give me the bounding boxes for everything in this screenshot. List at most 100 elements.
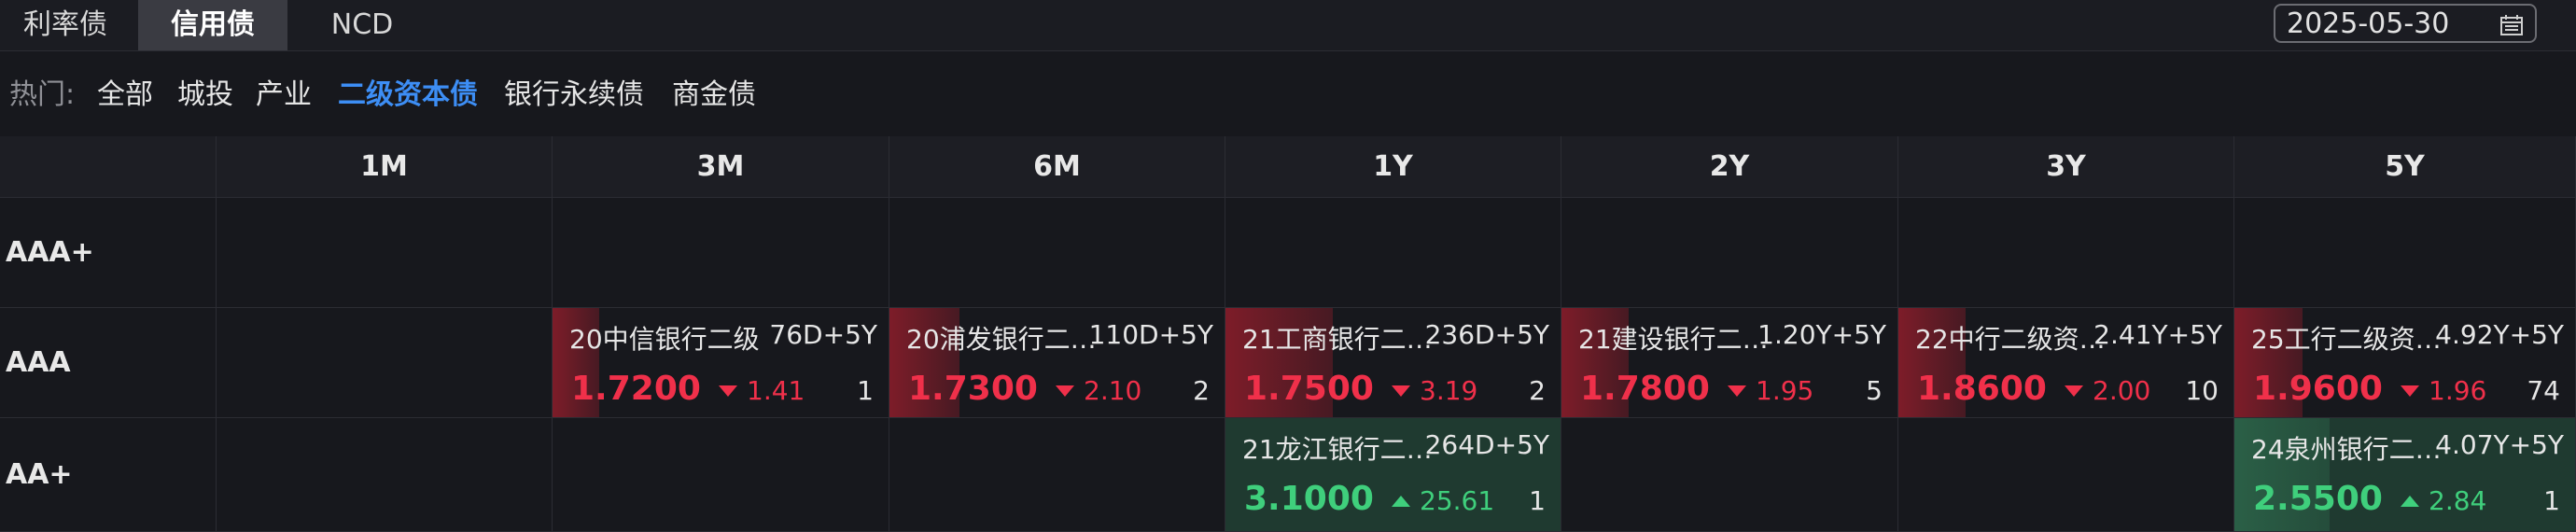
yield-change: 1.41 bbox=[719, 375, 805, 406]
column-header-5y[interactable]: 5Y bbox=[2234, 136, 2576, 198]
bond-yield: 1.7200 bbox=[571, 370, 701, 408]
column-header-3y[interactable]: 3Y bbox=[1898, 136, 2234, 198]
column-header-1y[interactable]: 1Y bbox=[1225, 136, 1561, 198]
triangle-down-icon bbox=[719, 385, 737, 397]
triangle-down-icon bbox=[1728, 385, 1746, 397]
bond-term: 4.07Y+5Y bbox=[2435, 429, 2564, 460]
bond-yield: 1.7300 bbox=[908, 370, 1038, 408]
bond-cell[interactable]: 21龙江银行二… 264D+5Y 3.1000 25.61 1 bbox=[1225, 418, 1561, 532]
bond-count: 1 bbox=[2543, 485, 2560, 516]
empty-cell bbox=[1561, 198, 1898, 308]
date-picker[interactable]: 2025-05-30 bbox=[2274, 4, 2537, 43]
tab-ncd[interactable]: NCD bbox=[297, 0, 427, 50]
calendar-icon[interactable] bbox=[2499, 14, 2524, 40]
yield-change-value: 2.10 bbox=[1084, 375, 1142, 406]
bond-yield: 1.7800 bbox=[1580, 370, 1710, 408]
bond-yield: 1.8600 bbox=[1917, 370, 2047, 408]
bond-cell[interactable]: 25工行二级资… 4.92Y+5Y 1.9600 1.96 74 bbox=[2234, 308, 2576, 418]
empty-cell bbox=[217, 198, 553, 308]
bond-yield: 1.7500 bbox=[1244, 370, 1374, 408]
empty-cell bbox=[1225, 198, 1561, 308]
bond-term: 2.41Y+5Y bbox=[2093, 319, 2222, 350]
bond-name[interactable]: 21龙江银行二… bbox=[1242, 429, 1433, 467]
filter-all[interactable]: 全部 bbox=[97, 73, 153, 118]
bond-cell[interactable]: 20中信银行二级 76D+5Y 1.7200 1.41 1 bbox=[553, 308, 889, 418]
empty-cell bbox=[1561, 418, 1898, 532]
bond-yield: 2.5500 bbox=[2253, 480, 2383, 518]
bond-name[interactable]: 24泉州银行二… bbox=[2251, 429, 2442, 467]
column-header-6m[interactable]: 6M bbox=[889, 136, 1225, 198]
filter-tier2-capital[interactable]: 二级资本债 bbox=[338, 73, 478, 118]
filter-commercial-financial[interactable]: 商金债 bbox=[672, 73, 756, 118]
yield-change-value: 1.41 bbox=[747, 375, 805, 406]
empty-cell bbox=[2234, 198, 2576, 308]
bond-term: 110D+5Y bbox=[1088, 319, 1213, 350]
bond-term: 264D+5Y bbox=[1424, 429, 1549, 460]
filter-industrial[interactable]: 产业 bbox=[256, 73, 312, 118]
date-value: 2025-05-30 bbox=[2287, 7, 2450, 40]
yield-grid: 1M 3M 6M 1Y 2Y 3Y 5Y AAA+ AAA 20中信银行二级 76D+5Y 1.720… bbox=[0, 136, 2576, 532]
empty-cell bbox=[217, 418, 553, 532]
column-header-2y[interactable]: 2Y bbox=[1561, 136, 1898, 198]
bond-cell[interactable]: 24泉州银行二… 4.07Y+5Y 2.5500 2.84 1 bbox=[2234, 418, 2576, 532]
yield-change: 25.61 bbox=[1392, 485, 1494, 516]
bond-name[interactable]: 21工商银行二… bbox=[1242, 319, 1433, 357]
column-header-1m[interactable]: 1M bbox=[217, 136, 553, 198]
triangle-up-icon bbox=[2401, 495, 2419, 507]
empty-cell bbox=[1898, 418, 2234, 532]
hot-label: 热门: bbox=[9, 78, 76, 111]
bond-cell[interactable]: 21工商银行二… 236D+5Y 1.7500 3.19 2 bbox=[1225, 308, 1561, 418]
bond-count: 74 bbox=[2527, 375, 2560, 406]
bond-term: 4.92Y+5Y bbox=[2435, 319, 2564, 350]
bond-name[interactable]: 25工行二级资… bbox=[2251, 319, 2442, 357]
empty-cell bbox=[553, 198, 889, 308]
bond-count: 5 bbox=[1866, 375, 1883, 406]
bond-term: 76D+5Y bbox=[769, 319, 877, 350]
triangle-down-icon bbox=[2065, 385, 2083, 397]
bond-term: 1.20Y+5Y bbox=[1757, 319, 1886, 350]
bond-cell[interactable]: 22中行二级资… 2.41Y+5Y 1.8600 2.00 10 bbox=[1898, 308, 2234, 418]
yield-change: 2.10 bbox=[1056, 375, 1141, 406]
yield-change-value: 25.61 bbox=[1420, 485, 1495, 516]
filter-bank-perpetual[interactable]: 银行永续债 bbox=[504, 73, 644, 118]
bond-cell[interactable]: 21建设银行二… 1.20Y+5Y 1.7800 1.95 5 bbox=[1561, 308, 1898, 418]
filter-urban-investment[interactable]: 城投 bbox=[177, 73, 233, 118]
tab-rate-bonds[interactable]: 利率债 bbox=[0, 0, 131, 50]
column-header-3m[interactable]: 3M bbox=[553, 136, 889, 198]
bond-name[interactable]: 20浦发银行二… bbox=[906, 319, 1097, 357]
yield-change-value: 3.19 bbox=[1420, 375, 1478, 406]
triangle-down-icon bbox=[1056, 385, 1074, 397]
yield-change: 3.19 bbox=[1392, 375, 1477, 406]
bond-name[interactable]: 21建设银行二… bbox=[1578, 319, 1769, 357]
yield-change-value: 2.84 bbox=[2429, 485, 2487, 516]
yield-change: 2.00 bbox=[2065, 375, 2150, 406]
bond-count: 10 bbox=[2185, 375, 2219, 406]
yield-change: 1.96 bbox=[2401, 375, 2486, 406]
bond-count: 2 bbox=[1193, 375, 1210, 406]
row-label-aa-plus: AA+ bbox=[0, 418, 217, 532]
row-label-aaa-plus: AAA+ bbox=[0, 198, 217, 308]
bond-count: 1 bbox=[1529, 485, 1546, 516]
bond-count: 2 bbox=[1529, 375, 1546, 406]
yield-change: 1.95 bbox=[1728, 375, 1813, 406]
empty-cell bbox=[553, 418, 889, 532]
row-label-aaa: AAA bbox=[0, 308, 217, 418]
yield-change-value: 1.96 bbox=[2429, 375, 2487, 406]
yield-change-value: 1.95 bbox=[1756, 375, 1814, 406]
bond-count: 1 bbox=[857, 375, 874, 406]
triangle-up-icon bbox=[1392, 495, 1410, 507]
yield-change: 2.84 bbox=[2401, 485, 2486, 516]
empty-cell bbox=[1898, 198, 2234, 308]
top-tab-bar: 利率债 信用债 NCD 2025-05-30 bbox=[0, 0, 2576, 51]
triangle-down-icon bbox=[1392, 385, 1410, 397]
triangle-down-icon bbox=[2401, 385, 2419, 397]
bond-yield: 1.9600 bbox=[2253, 370, 2383, 408]
bond-name[interactable]: 20中信银行二级 bbox=[569, 319, 760, 357]
tab-credit-bonds[interactable]: 信用债 bbox=[138, 0, 287, 50]
bond-cell[interactable]: 20浦发银行二… 110D+5Y 1.7300 2.10 2 bbox=[889, 308, 1225, 418]
empty-cell bbox=[889, 418, 1225, 532]
hot-filter-bar: 热门: 全部 城投 产业 二级资本债 银行永续债 商金债 bbox=[0, 52, 2576, 136]
bond-term: 236D+5Y bbox=[1424, 319, 1549, 350]
yield-change-value: 2.00 bbox=[2093, 375, 2151, 406]
bond-name[interactable]: 22中行二级资… bbox=[1915, 319, 2106, 357]
